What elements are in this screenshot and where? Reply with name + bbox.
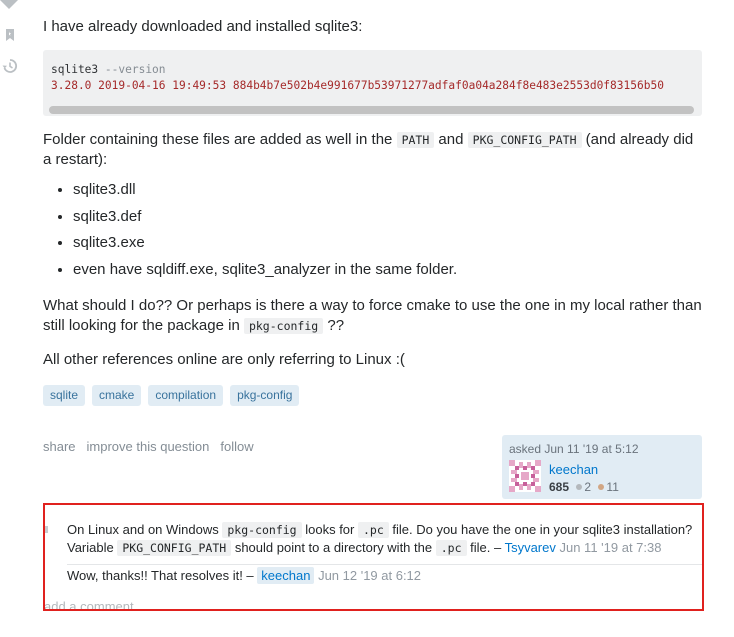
comment-date[interactable]: Jun 11 '19 at 7:38 bbox=[559, 540, 661, 555]
vote-rail bbox=[0, 0, 22, 100]
share-link[interactable]: share bbox=[43, 439, 76, 454]
history-icon[interactable] bbox=[2, 58, 18, 74]
tag-compilation[interactable]: compilation bbox=[148, 385, 224, 406]
comment-item: Wow, thanks!! That resolves it! – keecha… bbox=[67, 567, 422, 584]
avatar[interactable] bbox=[509, 460, 541, 492]
comment-date[interactable]: Jun 12 '19 at 6:12 bbox=[318, 568, 421, 583]
comment-code: .pc bbox=[357, 522, 389, 538]
owner-name-link[interactable]: keechan bbox=[549, 462, 598, 477]
list-item: even have sqldiff.exe, sqlite3_analyzer … bbox=[73, 260, 457, 280]
comment-user-link[interactable]: Tsyvarev bbox=[505, 540, 556, 555]
comment-item: On Linux and on Windows pkg-config looks… bbox=[67, 522, 693, 556]
path-code: PATH bbox=[396, 132, 435, 148]
list-item: sqlite3.def bbox=[73, 207, 457, 227]
intro-text: I have already downloaded and installed … bbox=[43, 18, 363, 35]
code-scrollbar[interactable] bbox=[49, 106, 694, 114]
tag-cmake[interactable]: cmake bbox=[92, 385, 142, 406]
downvote-icon[interactable] bbox=[0, 0, 18, 9]
owner-card: asked Jun 11 '19 at 5:12 keechan 685 2 1… bbox=[502, 435, 702, 499]
code-command-line: sqlite3 --version bbox=[51, 63, 166, 76]
asked-date: asked Jun 11 '19 at 5:12 bbox=[509, 442, 639, 456]
comment-flag-icon bbox=[45, 526, 48, 533]
owner-reputation: 685 2 11 bbox=[549, 480, 619, 494]
bookmark-icon[interactable] bbox=[2, 27, 18, 43]
post-menu: share improve this question follow bbox=[43, 439, 265, 454]
file-list: sqlite3.dll sqlite3.def sqlite3.exe even… bbox=[43, 180, 457, 286]
highlight-box bbox=[43, 503, 704, 611]
tag-pkg-config[interactable]: pkg-config bbox=[230, 385, 300, 406]
comment-code: .pc bbox=[435, 540, 467, 556]
improve-question-link[interactable]: improve this question bbox=[87, 439, 210, 454]
silver-badge-icon bbox=[576, 484, 583, 490]
list-item: sqlite3.dll bbox=[73, 180, 457, 200]
add-comment-link[interactable]: add a comment bbox=[44, 599, 134, 614]
tag-sqlite[interactable]: sqlite bbox=[43, 385, 86, 406]
code-block: sqlite3 --version 3.28.0 2019-04-16 19:4… bbox=[43, 50, 702, 116]
question-text: What should I do?? Or perhaps is there a… bbox=[43, 297, 702, 334]
references-text: All other references online are only ref… bbox=[43, 351, 405, 368]
tag-list: sqlite cmake compilation pkg-config bbox=[43, 385, 306, 406]
comment-code: PKG_CONFIG_PATH bbox=[117, 540, 232, 556]
pkg-config-code: pkg-config bbox=[243, 318, 324, 334]
code-output-line: 3.28.0 2019-04-16 19:49:53 884b4b7e502b4… bbox=[51, 79, 664, 92]
comment-code: pkg-config bbox=[222, 522, 302, 538]
comment-list: On Linux and on Windows pkg-config looks… bbox=[43, 503, 703, 584]
follow-link[interactable]: follow bbox=[220, 439, 253, 454]
list-item: sqlite3.exe bbox=[73, 233, 457, 253]
folder-text: Folder containing these files are added … bbox=[43, 131, 694, 168]
comment-divider bbox=[67, 564, 703, 565]
comment-user-link[interactable]: keechan bbox=[257, 567, 315, 584]
bronze-badge-icon bbox=[598, 484, 605, 490]
pkg-config-path-code: PKG_CONFIG_PATH bbox=[467, 132, 582, 148]
